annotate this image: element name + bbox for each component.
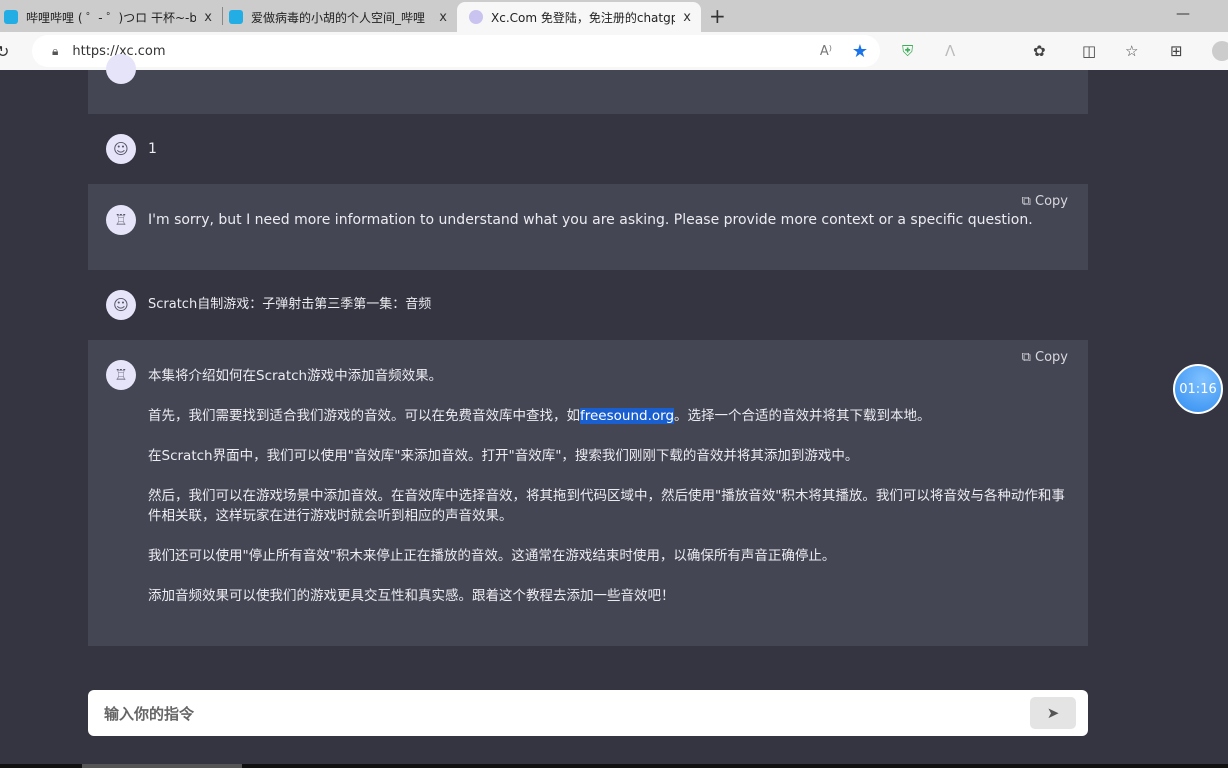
copy-button[interactable]: ⧉ Copy xyxy=(1022,350,1068,365)
copy-label: Copy xyxy=(1035,194,1068,209)
bilibili-icon xyxy=(4,10,18,24)
tab-bilibili-home[interactable]: 哔哩哔哩 ( ゜- ゜)つロ 干杯~-bilib x xyxy=(0,2,222,32)
user-avatar-icon: ☺ xyxy=(106,290,136,320)
tab-title: Xc.Com 免登陆，免注册的chatgp xyxy=(491,10,676,25)
tab-bar: 哔哩哔哩 ( ゜- ゜)つロ 干杯~-bilib x 爱做病毒的小胡的个人空间_… xyxy=(0,0,1228,32)
adguard-shield-icon[interactable]: ⛨ xyxy=(902,42,913,60)
assistant-message: ⧉ Copy ♖ 本集将介绍如何在Scratch游戏中添加音频效果。 首先，我们… xyxy=(88,340,1088,646)
prompt-input[interactable]: 输入你的指令 ➤ xyxy=(88,690,1088,736)
bottom-scrollbar[interactable] xyxy=(0,764,1228,768)
chat-thread: ☺ 1 ⧉ Copy ♖ I'm sorry, but I need more … xyxy=(88,54,1088,646)
close-tab-icon[interactable]: x xyxy=(439,10,447,25)
paragraph: 然后，我们可以在游戏场景中添加音效。在音效库中选择音效，将其拖到代码区域中，然后… xyxy=(148,488,1065,524)
favorites-icon[interactable]: ☆ xyxy=(1125,42,1138,60)
assistant-message: ⧉ Copy ♖ I'm sorry, but I need more info… xyxy=(88,184,1088,270)
tab-xc-chat[interactable]: Xc.Com 免登陆，免注册的chatgp x xyxy=(457,2,701,32)
previous-assistant-message xyxy=(88,54,1088,114)
close-tab-icon[interactable]: x xyxy=(204,10,212,25)
floating-timer[interactable]: 01:16 xyxy=(1173,364,1223,414)
minimize-button[interactable]: — xyxy=(1176,6,1190,22)
tab-title: 哔哩哔哩 ( ゜- ゜)つロ 干杯~-bilib xyxy=(26,10,197,25)
send-button[interactable]: ➤ xyxy=(1030,697,1076,729)
close-tab-icon[interactable]: x xyxy=(683,10,691,25)
new-tab-button[interactable]: + xyxy=(709,4,726,28)
split-screen-icon[interactable]: ◫ xyxy=(1082,42,1096,60)
text-span: 首先，我们需要找到适合我们游戏的音效。可以在免费音效库中查找，如 xyxy=(148,408,580,424)
bot-avatar-icon: ♖ xyxy=(106,360,136,390)
profile-avatar[interactable] xyxy=(1212,41,1228,61)
chat-icon xyxy=(469,10,483,24)
lock-icon: 🔒︎ xyxy=(52,43,59,58)
tab-bilibili-space[interactable]: 爱做病毒的小胡的个人空间_哔哩 x xyxy=(223,2,457,32)
browser-toolbar: ↻ 🔒︎ https://xc.com A⁾ ★ ⛨ Λ ↓ ✿ ◫ ☆ ⊞ xyxy=(0,32,1228,91)
collections-icon[interactable]: ⊞ xyxy=(1170,42,1183,60)
bot-avatar-icon xyxy=(106,54,136,84)
paragraph: 添加音频效果可以使我们的游戏更具交互性和真实感。跟着这个教程去添加一些音效吧！ xyxy=(148,588,675,604)
paragraph: 我们还可以使用"停止所有音效"积木来停止正在播放的音效。这通常在游戏结束时使用，… xyxy=(148,548,836,564)
prompt-placeholder: 输入你的指令 xyxy=(104,704,195,723)
reload-icon[interactable]: ↻ xyxy=(0,42,20,61)
message-text: I'm sorry, but I need more information t… xyxy=(148,212,1033,228)
bot-avatar-icon: ♖ xyxy=(106,205,136,235)
favorite-star-icon[interactable]: ★ xyxy=(852,41,868,62)
extension-a-icon[interactable]: Λ xyxy=(945,42,955,60)
message-text: 1 xyxy=(148,141,157,157)
user-avatar-icon: ☺ xyxy=(106,134,136,164)
text-span: 。选择一个合适的音效并将其下载到本地。 xyxy=(674,408,931,424)
extensions-puzzle-icon[interactable]: ✿ xyxy=(1033,42,1046,60)
copy-label: Copy xyxy=(1035,350,1068,365)
paper-plane-icon: ➤ xyxy=(1046,704,1060,722)
paragraph: 本集将介绍如何在Scratch游戏中添加音频效果。 xyxy=(148,368,443,384)
copy-button[interactable]: ⧉ Copy xyxy=(1022,194,1068,209)
paragraph: 首先，我们需要找到适合我们游戏的音效。可以在免费音效库中查找，如freesoun… xyxy=(148,406,1068,426)
message-text: Scratch自制游戏：子弹射击第三季第一集：音频 xyxy=(148,297,432,312)
user-message: ☺ 1 xyxy=(88,114,1088,184)
scrollbar-thumb[interactable] xyxy=(82,764,242,768)
address-bar[interactable]: 🔒︎ https://xc.com A⁾ ★ xyxy=(32,35,880,67)
tab-title: 爱做病毒的小胡的个人空间_哔哩 xyxy=(251,10,426,25)
message-body: 本集将介绍如何在Scratch游戏中添加音频效果。 首先，我们需要找到适合我们游… xyxy=(148,366,1068,646)
paragraph: 在Scratch界面中，我们可以使用"音效库"来添加音效。打开"音效库"，搜索我… xyxy=(148,448,859,464)
read-aloud-icon[interactable]: A⁾ xyxy=(820,44,832,59)
bilibili-icon xyxy=(229,10,243,24)
freesound-link[interactable]: freesound.org xyxy=(580,408,675,424)
user-message: ☺ Scratch自制游戏：子弹射击第三季第一集：音频 xyxy=(88,270,1088,340)
